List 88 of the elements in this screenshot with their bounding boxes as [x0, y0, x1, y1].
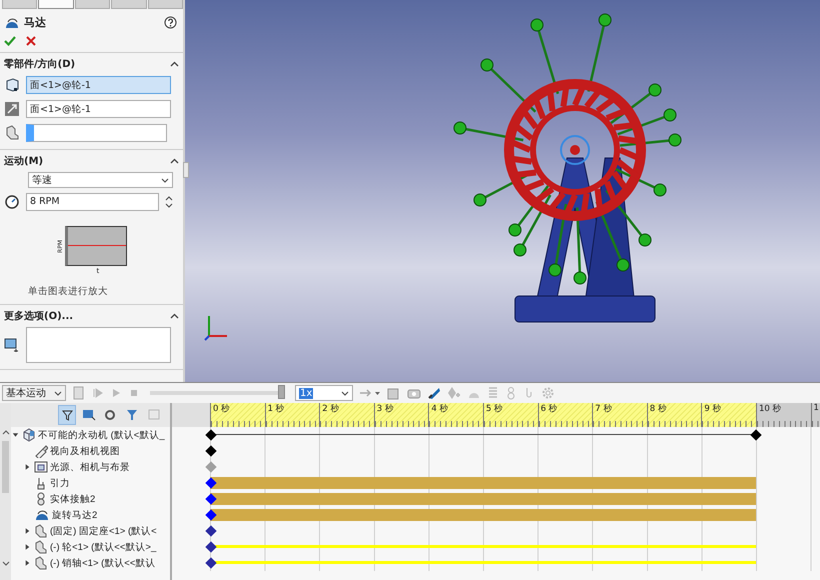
tree-item[interactable]: (-) 销轴<1> (默认<<默认 [50, 556, 156, 570]
part-icon [34, 540, 48, 554]
section-title: 更多选项(O)... [4, 310, 74, 323]
flashlight-icon [34, 444, 48, 458]
time-tick-label: 8 秒 [650, 404, 667, 414]
time-tick-label: 4 秒 [431, 404, 448, 414]
arrow-right-icon[interactable] [359, 388, 381, 398]
time-ruler[interactable]: 0 秒 1 秒 2 秒 3 秒 4 秒 5 秒 6 秒 7 秒 8 秒 9 秒 10 秒 1 [172, 403, 820, 427]
part-icon [4, 125, 20, 141]
3d-viewport[interactable] [185, 0, 820, 382]
panel-tab[interactable] [74, 0, 110, 9]
time-tick-label: 10 秒 [758, 404, 782, 414]
scroll-up-icon[interactable] [2, 429, 10, 435]
funnel-icon [126, 409, 140, 421]
key-point[interactable] [205, 525, 217, 537]
key-point[interactable] [750, 429, 762, 441]
time-tick-label: 1 秒 [268, 404, 285, 414]
scrollbar-thumb[interactable] [2, 441, 9, 493]
graph-hint-text: 单击图表进行放大 [27, 285, 109, 298]
collapse-arrow-icon[interactable] [11, 431, 20, 439]
timeline-slider-thumb[interactable] [278, 385, 286, 399]
time-tick-label: 6 秒 [540, 404, 558, 414]
expand-arrow-icon[interactable] [23, 527, 32, 535]
spinner-arrows-icon[interactable] [165, 194, 173, 210]
chevron-icon [341, 390, 349, 396]
selection-field[interactable] [26, 124, 167, 142]
comment-field[interactable] [26, 327, 171, 363]
save-animation-icon[interactable] [387, 386, 401, 400]
motor-icon [34, 508, 50, 522]
panel-title: 马达 [24, 15, 47, 30]
tree-item[interactable]: 引力 [50, 476, 70, 490]
part-icon [34, 524, 48, 538]
time-tick-label: 0 秒 [213, 404, 230, 414]
section-title: 运动(M) [4, 154, 44, 168]
collapse-caret-icon[interactable] [170, 61, 179, 67]
chevron-icon [54, 390, 62, 396]
scene-icon [34, 460, 48, 474]
tree-item[interactable]: (-) 轮<1> (默认<<默认>_ [50, 540, 156, 554]
play-from-start-icon[interactable] [92, 387, 104, 399]
expand-arrow-icon[interactable] [23, 463, 32, 471]
scroll-down-icon[interactable] [2, 561, 10, 567]
tree-item[interactable]: (固定) 固定座<1> (默认< [50, 524, 157, 538]
section-title: 零部件/方向(D) [4, 57, 76, 71]
panel-collapse-handle[interactable] [183, 162, 189, 178]
time-tick-label: 7 秒 [595, 404, 612, 414]
expand-arrow-icon[interactable] [23, 559, 32, 567]
tree-item[interactable]: 旋转马达2 [52, 508, 98, 522]
motor-icon [4, 16, 20, 30]
part-icon [34, 556, 48, 570]
direction-arrow-icon [4, 101, 20, 117]
motion-type-dropdown[interactable]: 等速 [28, 172, 173, 188]
comment-icon [4, 337, 20, 353]
key-point[interactable] [205, 445, 217, 457]
selection-field[interactable]: 面<1>@轮-1 [26, 100, 171, 118]
collapse-caret-icon[interactable] [170, 313, 179, 319]
collapse-caret-icon[interactable] [170, 158, 179, 164]
tree-item[interactable]: 视向及相机视图 [50, 444, 120, 458]
selection-field[interactable]: 面<1>@轮-1 [26, 76, 171, 94]
expand-arrow-icon[interactable] [23, 543, 32, 551]
monitor-icon [82, 409, 96, 421]
filter-button[interactable] [58, 405, 76, 425]
wizard-icon[interactable] [427, 386, 441, 400]
panel-tab[interactable] [38, 0, 74, 9]
confirm-check-icon[interactable] [4, 36, 16, 46]
ring-icon [104, 409, 118, 421]
tree-item[interactable]: 光源、相机与布景 [50, 460, 130, 474]
playback-speed-dropdown[interactable]: 1x [295, 385, 353, 401]
time-tick-label: 3 秒 [376, 404, 394, 414]
face-icon [4, 77, 20, 93]
time-tick-label: 1 [814, 403, 819, 413]
speed-gauge-icon [4, 194, 20, 210]
speed-field[interactable]: 8 RPM [26, 193, 159, 211]
calculate-icon[interactable] [72, 386, 86, 400]
key-point[interactable] [205, 541, 217, 553]
tree-item[interactable]: 不可能的永动机 (默认<默认_ [38, 428, 165, 442]
help-icon[interactable] [164, 16, 177, 29]
key-point[interactable] [205, 557, 217, 569]
time-tick-label: 2 秒 [322, 404, 340, 414]
tree-item[interactable]: 实体接触2 [50, 492, 96, 506]
tree-scrollbar[interactable] [0, 403, 11, 580]
chevron-icon [161, 178, 169, 182]
study-type-dropdown[interactable]: 基本运动 [2, 385, 66, 401]
key-point[interactable] [205, 429, 217, 441]
time-tick-label: 5 秒 [486, 404, 504, 414]
cancel-x-icon[interactable] [26, 36, 36, 46]
box-icon [148, 409, 162, 421]
time-tick-label: 9 秒 [704, 404, 722, 414]
filter-icon [62, 410, 72, 420]
